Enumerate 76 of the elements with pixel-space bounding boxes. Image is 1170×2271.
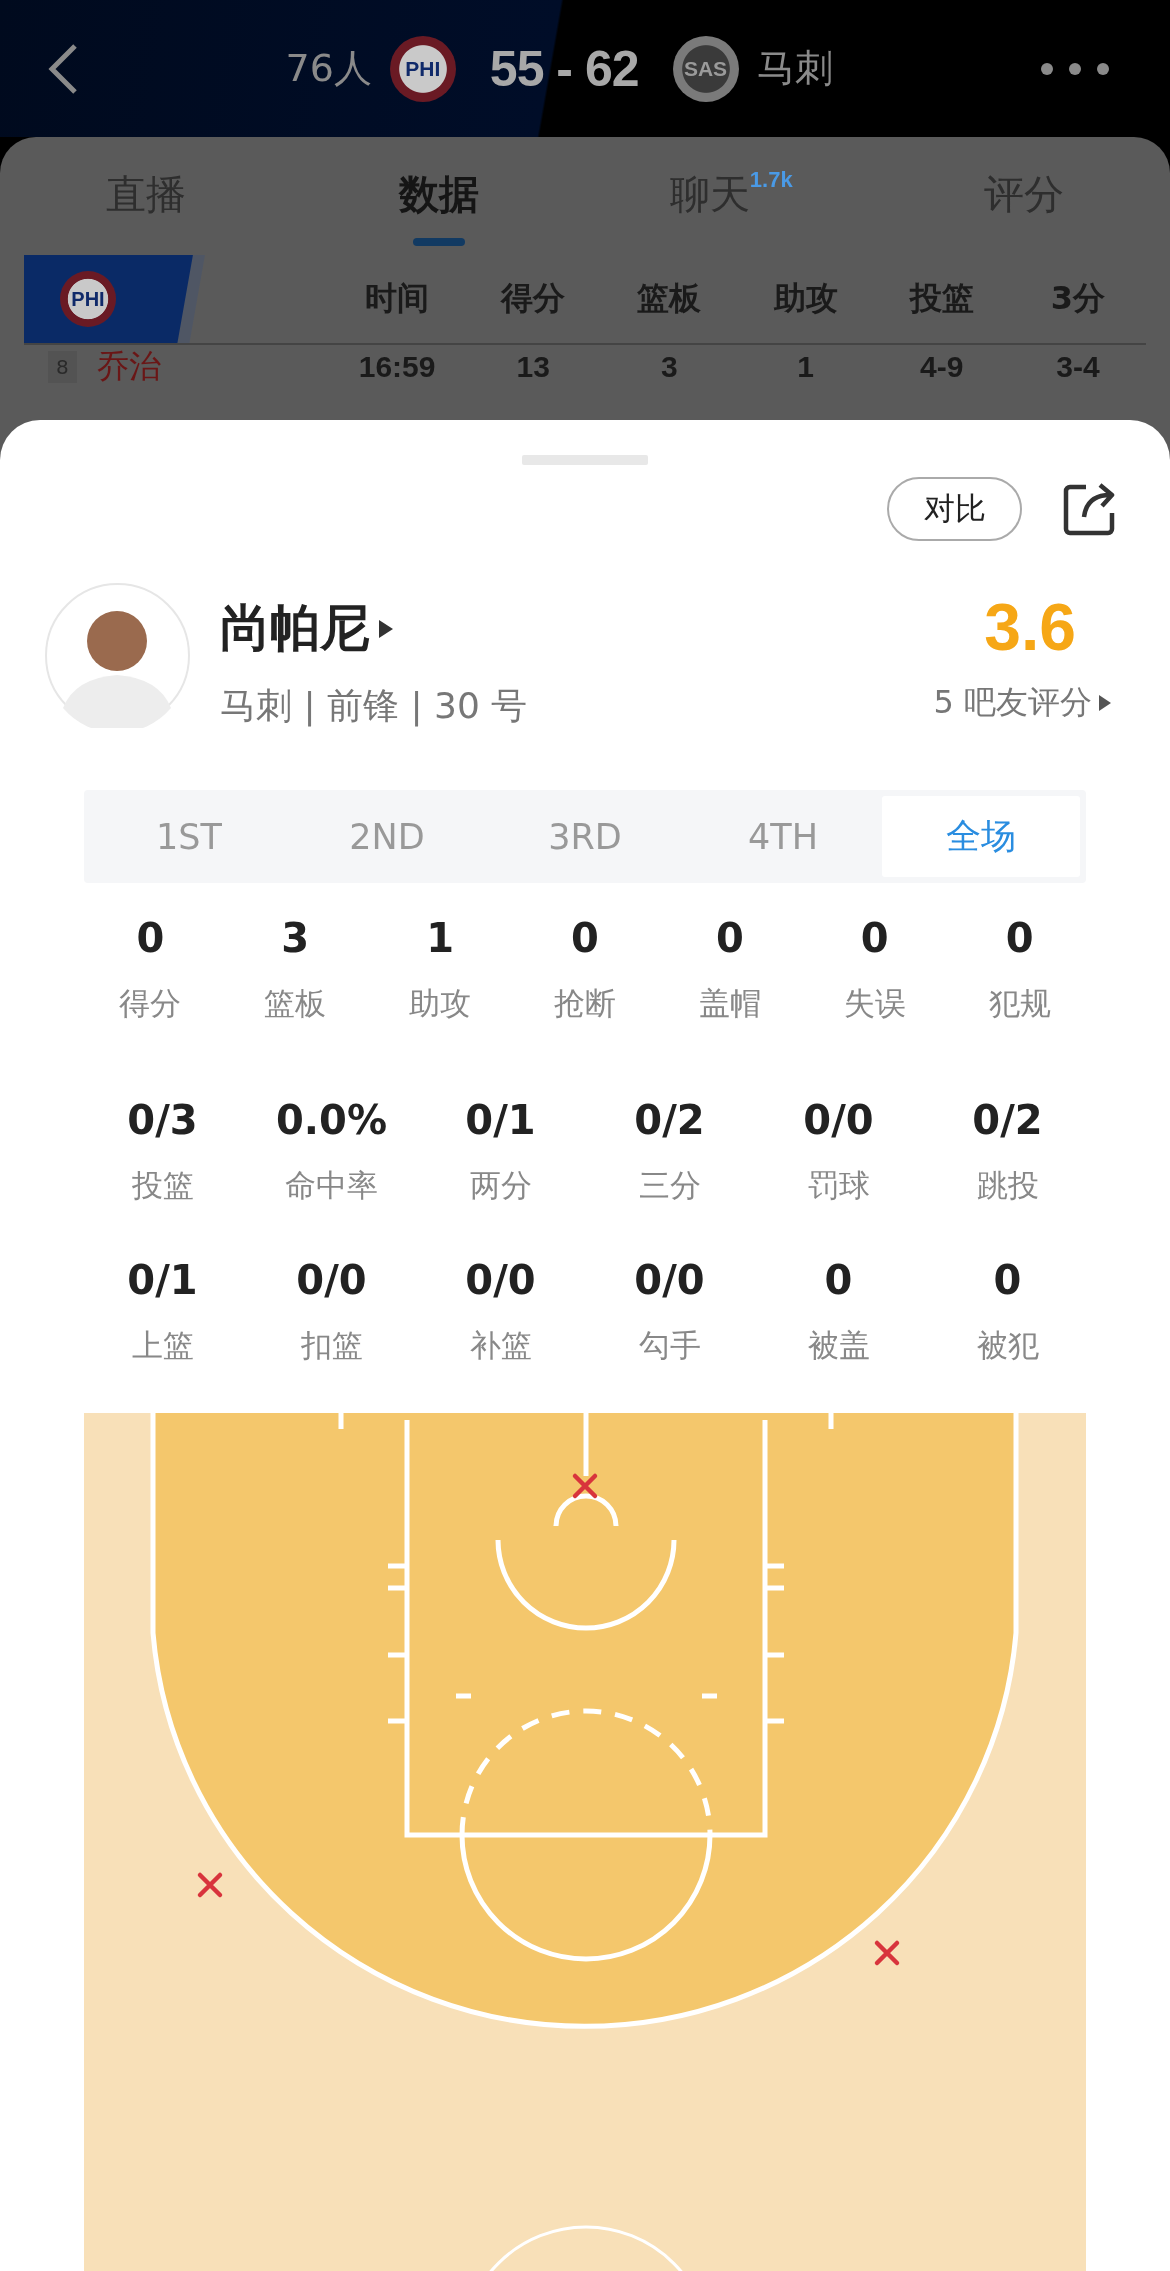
more-icon[interactable] — [1040, 61, 1110, 76]
back-icon[interactable] — [48, 42, 78, 95]
stat-value: 0 — [136, 914, 165, 963]
caret-icon[interactable] — [1098, 694, 1112, 712]
stat-value: 0 — [860, 914, 889, 963]
stat-label: 抢断 — [554, 984, 616, 1023]
player-info: 马刺 | 前锋 | 30 号 — [220, 684, 529, 729]
column-header: 时间 — [364, 278, 431, 319]
stat-value: 0 — [993, 1256, 1022, 1305]
stat-label: 罚球 — [807, 1166, 870, 1205]
team-logo: PHI — [60, 271, 116, 327]
stat-label: 犯规 — [988, 984, 1051, 1023]
player-rating: 3.6 — [984, 589, 1076, 665]
stat-label: 跳投 — [976, 1166, 1039, 1205]
stat-label: 得分 — [119, 984, 182, 1023]
stat-label: 失误 — [843, 984, 906, 1023]
stat-value: 0.0% — [276, 1096, 387, 1145]
tab[interactable]: 数据 — [398, 144, 479, 248]
stat-label: 命中率 — [285, 1166, 378, 1205]
stat-value: 0/0 — [803, 1096, 874, 1145]
table-cell-text: 13 — [515, 350, 551, 384]
stat-value: 1 — [426, 914, 455, 963]
stat-label: 助攻 — [409, 984, 472, 1023]
game-score: 55 - 62 — [489, 39, 639, 98]
column-header: 3分 — [1049, 278, 1107, 319]
column-header: 得分 — [499, 278, 567, 319]
stat-label: 被犯 — [976, 1326, 1039, 1365]
stat-value: 3 — [281, 914, 310, 963]
period-tab[interactable]: 4TH — [684, 796, 882, 877]
stat-label: 扣篮 — [300, 1326, 363, 1365]
stat-label: 被盖 — [807, 1326, 870, 1365]
player-name[interactable]: 尚帕尼 — [220, 595, 370, 662]
stat-value: 0 — [824, 1256, 853, 1305]
table-cell-text: 16:59 — [357, 350, 437, 384]
stat-value: 0/2 — [972, 1096, 1043, 1145]
stat-label: 上篮 — [131, 1326, 194, 1365]
column-header: 投篮 — [908, 278, 975, 319]
stat-label: 补篮 — [469, 1326, 532, 1365]
stat-value: 0 — [1005, 914, 1034, 963]
period-tab[interactable]: 2ND — [288, 796, 486, 877]
stat-label: 篮板 — [264, 984, 327, 1023]
stat-value: 0 — [715, 914, 744, 963]
period-tab[interactable]: 1ST — [90, 796, 288, 877]
stat-value: 0/0 — [465, 1256, 536, 1305]
player-name[interactable]: 乔治 — [96, 345, 161, 389]
miss-icon — [572, 1473, 598, 1499]
table-cell-text: 3 — [660, 350, 679, 384]
table-cell-text: 3-4 — [1055, 350, 1101, 384]
team-logo: SAS — [672, 35, 739, 102]
miss-icon — [874, 1940, 900, 1966]
stat-label: 勾手 — [638, 1326, 701, 1365]
stat-value: 0/0 — [296, 1256, 367, 1305]
away-team-name: 马刺 — [756, 45, 833, 92]
chat-count: 1.7k — [749, 167, 793, 193]
team-logo: PHI — [389, 35, 456, 102]
column-header: 助攻 — [772, 278, 839, 319]
stat-value: 0/1 — [127, 1256, 198, 1305]
stat-value: 0/3 — [127, 1096, 198, 1145]
stat-value: 0/0 — [634, 1256, 705, 1305]
column-header: 篮板 — [636, 278, 703, 319]
stat-label: 三分 — [638, 1166, 701, 1205]
stat-value: 0/2 — [634, 1096, 705, 1145]
miss-icon — [197, 1872, 223, 1898]
caret-icon[interactable] — [378, 618, 394, 639]
table-cell-text: 4-9 — [919, 350, 965, 384]
home-team-name: 76人 — [285, 45, 372, 92]
period-tab[interactable]: 3RD — [486, 796, 684, 877]
stat-value: 0 — [571, 914, 599, 963]
compare-button[interactable]: 对比 — [887, 476, 1022, 541]
period-tab[interactable]: 全场 — [882, 796, 1080, 877]
stat-value: 0/1 — [465, 1096, 536, 1145]
rating-count[interactable]: 5 吧友评分 — [933, 681, 1092, 725]
stat-label: 盖帽 — [698, 984, 761, 1023]
stat-label: 两分 — [469, 1166, 532, 1205]
stat-label: 投篮 — [131, 1166, 194, 1205]
table-cell-text: 1 — [796, 350, 815, 384]
